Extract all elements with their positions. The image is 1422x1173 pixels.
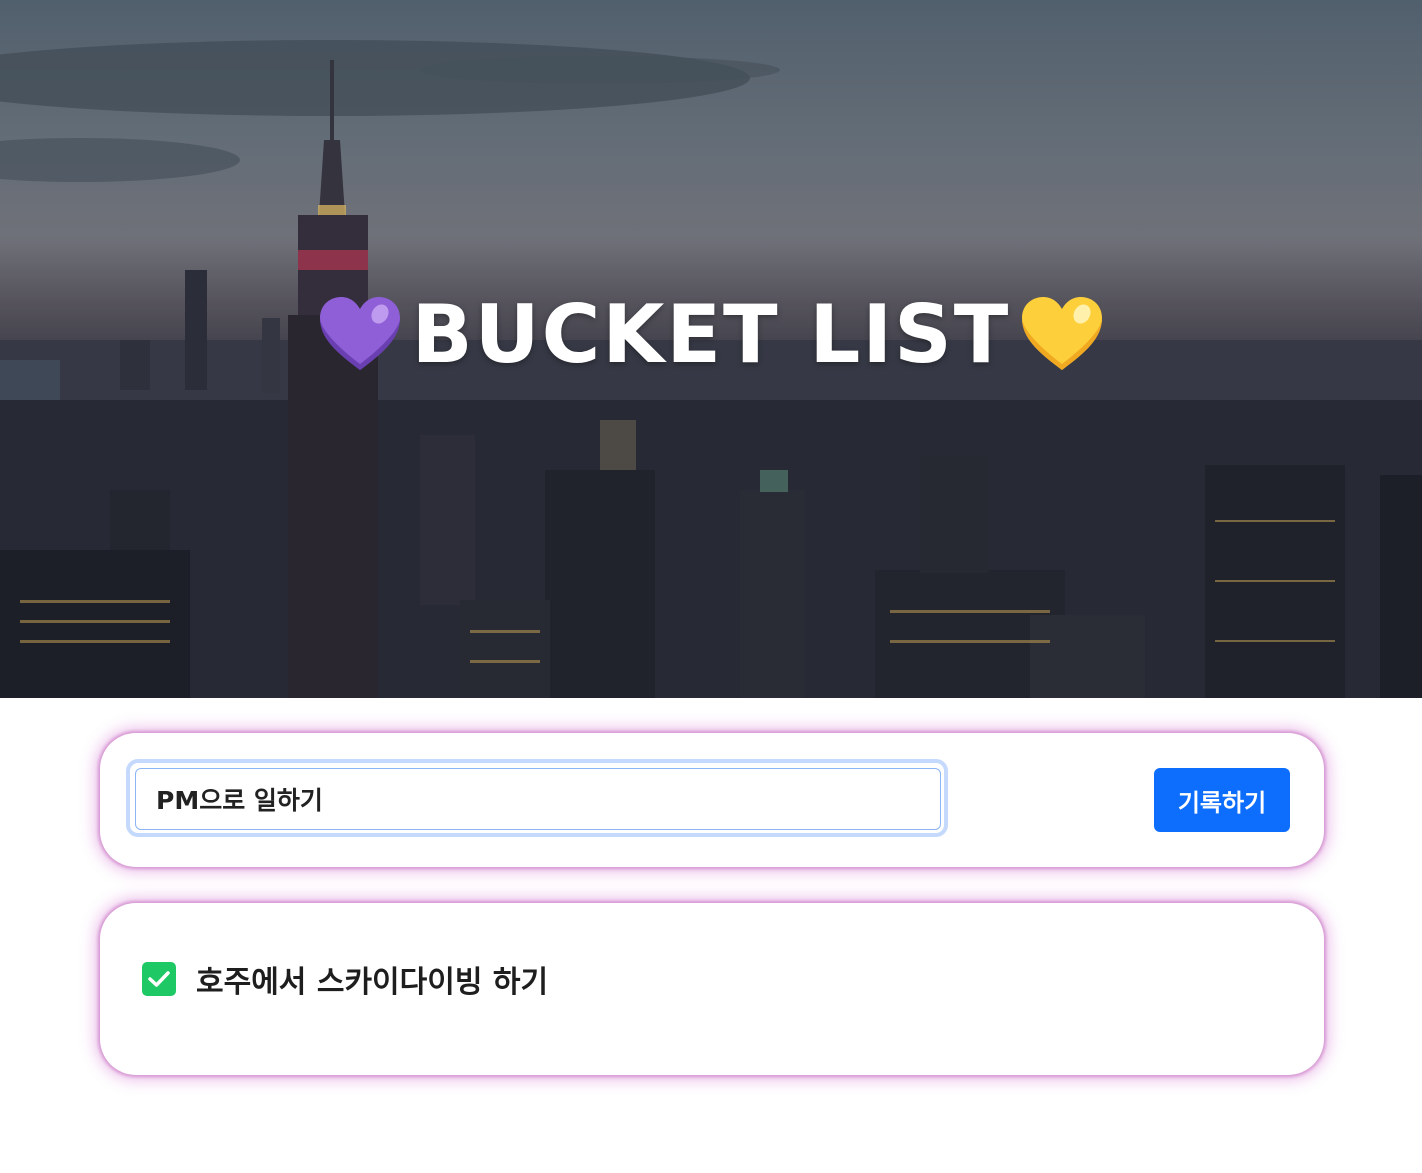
list-item-text: 호주에서 스카이다이빙 하기	[196, 965, 549, 1000]
bucket-list-card: 호주에서 스카이다이빙 하기	[100, 903, 1324, 1075]
hero-banner: BUCKET LIST	[0, 0, 1422, 698]
checkmark-icon	[148, 971, 170, 987]
bucket-input-focus-ring	[130, 763, 944, 833]
bucket-input-card: 기록하기	[100, 733, 1324, 867]
record-button[interactable]: 기록하기	[1154, 768, 1290, 832]
bucket-input[interactable]	[135, 768, 941, 830]
page-title: BUCKET LIST	[0, 285, 1422, 385]
yellow-heart-icon	[1022, 297, 1103, 371]
purple-heart-icon	[319, 297, 400, 371]
list-item: 호주에서 스카이다이빙 하기	[142, 961, 548, 1000]
checkbox-checked-icon[interactable]	[142, 962, 176, 996]
page-title-text: BUCKET LIST	[411, 288, 1011, 381]
